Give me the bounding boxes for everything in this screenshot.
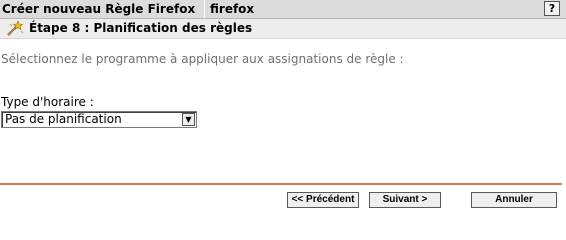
next-button[interactable]: Suivant > [369,192,441,208]
help-button[interactable]: ? [544,1,560,16]
previous-button[interactable]: << Précédent [287,192,359,208]
cancel-button[interactable]: Annuler [471,192,557,208]
wizard-title: Créer nouveau Règle Firefox [2,2,196,16]
schedule-type-select[interactable]: Pas de planification ▼ [1,111,197,128]
schedule-type-label: Type d'horaire : [1,95,94,109]
footer-divider [0,183,562,185]
title-divider [204,0,205,18]
step-header: Étape 8 : Planification des règles [0,19,566,39]
object-name: firefox [210,2,255,16]
wizard-wand-icon [5,20,24,37]
wizard-title-bar: Créer nouveau Règle Firefox firefox ? [0,0,566,19]
instruction-text: Sélectionnez le programme à appliquer au… [1,52,404,66]
step-title: Étape 8 : Planification des règles [29,21,253,35]
schedule-type-value: Pas de planification [5,112,122,126]
chevron-down-icon[interactable]: ▼ [182,113,195,126]
